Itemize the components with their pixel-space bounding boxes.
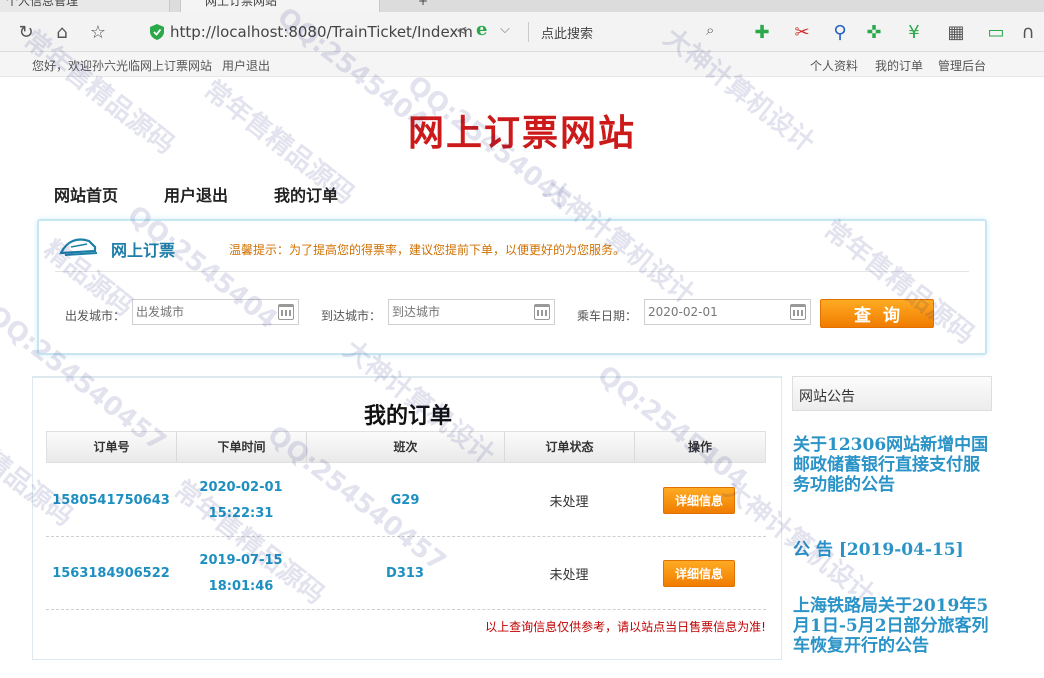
search-input[interactable]: 点此搜索 xyxy=(541,23,593,42)
magnifier-icon[interactable]: ⚲ xyxy=(828,20,852,44)
column-header: 操作 xyxy=(687,440,712,454)
browser-tab-2[interactable]: 网上订票网站 xyxy=(180,0,380,12)
to-city-label: 到达城市： xyxy=(321,309,382,323)
table-row: 1563184906522 2019-07-15 18:01:46 D313 未… xyxy=(46,537,766,610)
compat-mode-icon[interactable]: e xyxy=(476,19,487,40)
url-text[interactable]: http://localhost:8080/TrainTicket/Indexm xyxy=(170,23,473,41)
profile-link[interactable]: 个人资料 xyxy=(810,57,858,74)
nav-my-orders[interactable]: 我的订单 xyxy=(274,182,338,206)
shield-icon xyxy=(150,24,164,40)
query-button[interactable]: 查询 xyxy=(820,299,934,328)
gamepad-icon[interactable]: ✜ xyxy=(862,20,886,44)
column-header: 班次 xyxy=(307,432,505,462)
notice-item[interactable]: 关于12306网站新增中国邮政储蓄银行直接支付服务功能的公告 xyxy=(793,435,993,495)
column-header: 订单状态 xyxy=(505,432,635,462)
browser-tab-strip: 个人信息管理 网上订票网站 + xyxy=(0,0,1044,12)
order-time: 2020-02-01 15:22:31 xyxy=(176,464,306,537)
extension-add-icon[interactable]: ✚ xyxy=(750,20,774,44)
train-logo-icon xyxy=(59,238,98,256)
order-action: 详细信息 xyxy=(634,537,764,610)
top-logout-link[interactable]: 用户退出 xyxy=(222,57,270,74)
table-row: 1580541750643 2020-02-01 15:22:31 G29 未处… xyxy=(46,464,766,537)
admin-link[interactable]: 管理后台 xyxy=(938,57,986,74)
order-date: 2019-07-15 xyxy=(199,552,283,568)
battery-icon[interactable]: ▭ xyxy=(984,20,1008,44)
order-time: 2019-07-15 18:01:46 xyxy=(176,537,306,610)
nav-logout[interactable]: 用户退出 xyxy=(164,182,228,206)
order-number: 1563184906522 xyxy=(52,566,170,581)
order-date: 2020-02-01 xyxy=(199,479,283,495)
column-header: 下单时间 xyxy=(177,432,307,462)
booking-title: 网上订票 xyxy=(111,241,176,260)
site-top-bar: 您好，欢迎孙六光临网上订票网站 用户退出 个人资料 我的订单 管理后台 xyxy=(0,52,1044,77)
detail-button[interactable]: 详细信息 xyxy=(663,487,735,514)
booking-divider xyxy=(55,271,969,272)
orders-table-header: 订单号 下单时间 班次 订单状态 操作 xyxy=(46,431,766,463)
notice-header: 网站公告 xyxy=(792,376,992,411)
booking-panel: 网上订票 温馨提示：为了提高您的得票率，建议您提前下单，以便更好的为您服务。 出… xyxy=(37,219,987,355)
refresh-icon[interactable]: ↻ xyxy=(14,20,38,44)
plus-icon: + xyxy=(418,0,429,8)
wallet-icon[interactable]: ¥ xyxy=(902,20,926,44)
address-bar[interactable]: http://localhost:8080/TrainTicket/Indexm… xyxy=(142,18,522,46)
home-icon[interactable]: ⌂ xyxy=(50,20,74,44)
orders-title: 我的订单 xyxy=(363,404,452,429)
share-icon[interactable]: ⋖ xyxy=(456,23,468,39)
train-number: G29 xyxy=(390,493,420,508)
order-clock: 15:22:31 xyxy=(208,505,274,521)
date-label: 乘车日期： xyxy=(577,309,638,323)
calendar-icon[interactable] xyxy=(790,304,806,320)
browser-toolbar: ↻ ⌂ ☆ http://localhost:8080/TrainTicket/… xyxy=(0,12,1044,52)
browser-tab-1[interactable]: 个人信息管理 xyxy=(0,0,170,12)
site-title: 网上订票网站 xyxy=(407,112,636,154)
booking-tip: 温馨提示：为了提高您的得票率，建议您提前下单，以便更好的为您服务。 xyxy=(229,243,626,257)
headphones-icon[interactable]: ∩ xyxy=(1016,20,1040,44)
search-icon[interactable]: ⌕ xyxy=(706,21,714,39)
calendar-icon[interactable] xyxy=(534,304,550,320)
train-number: D313 xyxy=(386,566,424,581)
column-header: 订单号 xyxy=(47,432,177,462)
to-city-input[interactable] xyxy=(388,299,555,325)
order-clock: 18:01:46 xyxy=(208,578,274,594)
toolbar-divider xyxy=(528,22,529,42)
new-tab-button[interactable]: + xyxy=(390,0,430,12)
disclaimer-text: 以上查询信息仅供参考，请以站点当日售票信息为准! xyxy=(485,620,766,634)
nav-home[interactable]: 网站首页 xyxy=(54,182,118,206)
order-number: 1580541750643 xyxy=(52,493,170,508)
scissors-icon[interactable]: ✂ xyxy=(790,20,814,44)
from-city-input[interactable] xyxy=(132,299,299,325)
notice-item[interactable]: 上海铁路局关于2019年5月1日-5月2日部分旅客列车恢复开行的公告 xyxy=(793,596,993,656)
detail-button[interactable]: 详细信息 xyxy=(663,560,735,587)
date-input[interactable] xyxy=(644,299,811,325)
browser-tab-2-title: 网上订票网站 xyxy=(205,0,278,8)
star-icon[interactable]: ☆ xyxy=(86,20,110,44)
apps-grid-icon[interactable]: ▦ xyxy=(944,20,968,44)
from-city-label: 出发城市： xyxy=(65,309,126,323)
orders-panel: 我的订单 订单号 下单时间 班次 订单状态 操作 1580541750643 2… xyxy=(32,376,782,660)
notice-item[interactable]: 公 告 [2019-04-15] xyxy=(793,540,993,560)
order-status: 未处理 xyxy=(549,495,589,510)
order-status: 未处理 xyxy=(549,568,589,583)
chevron-down-icon[interactable]: ⌵ xyxy=(500,22,510,37)
top-my-orders-link[interactable]: 我的订单 xyxy=(875,57,923,74)
welcome-text: 您好，欢迎孙六光临网上订票网站 xyxy=(32,59,213,73)
order-action: 详细信息 xyxy=(634,464,764,537)
calendar-icon[interactable] xyxy=(278,304,294,320)
browser-tab-1-title: 个人信息管理 xyxy=(6,0,79,8)
